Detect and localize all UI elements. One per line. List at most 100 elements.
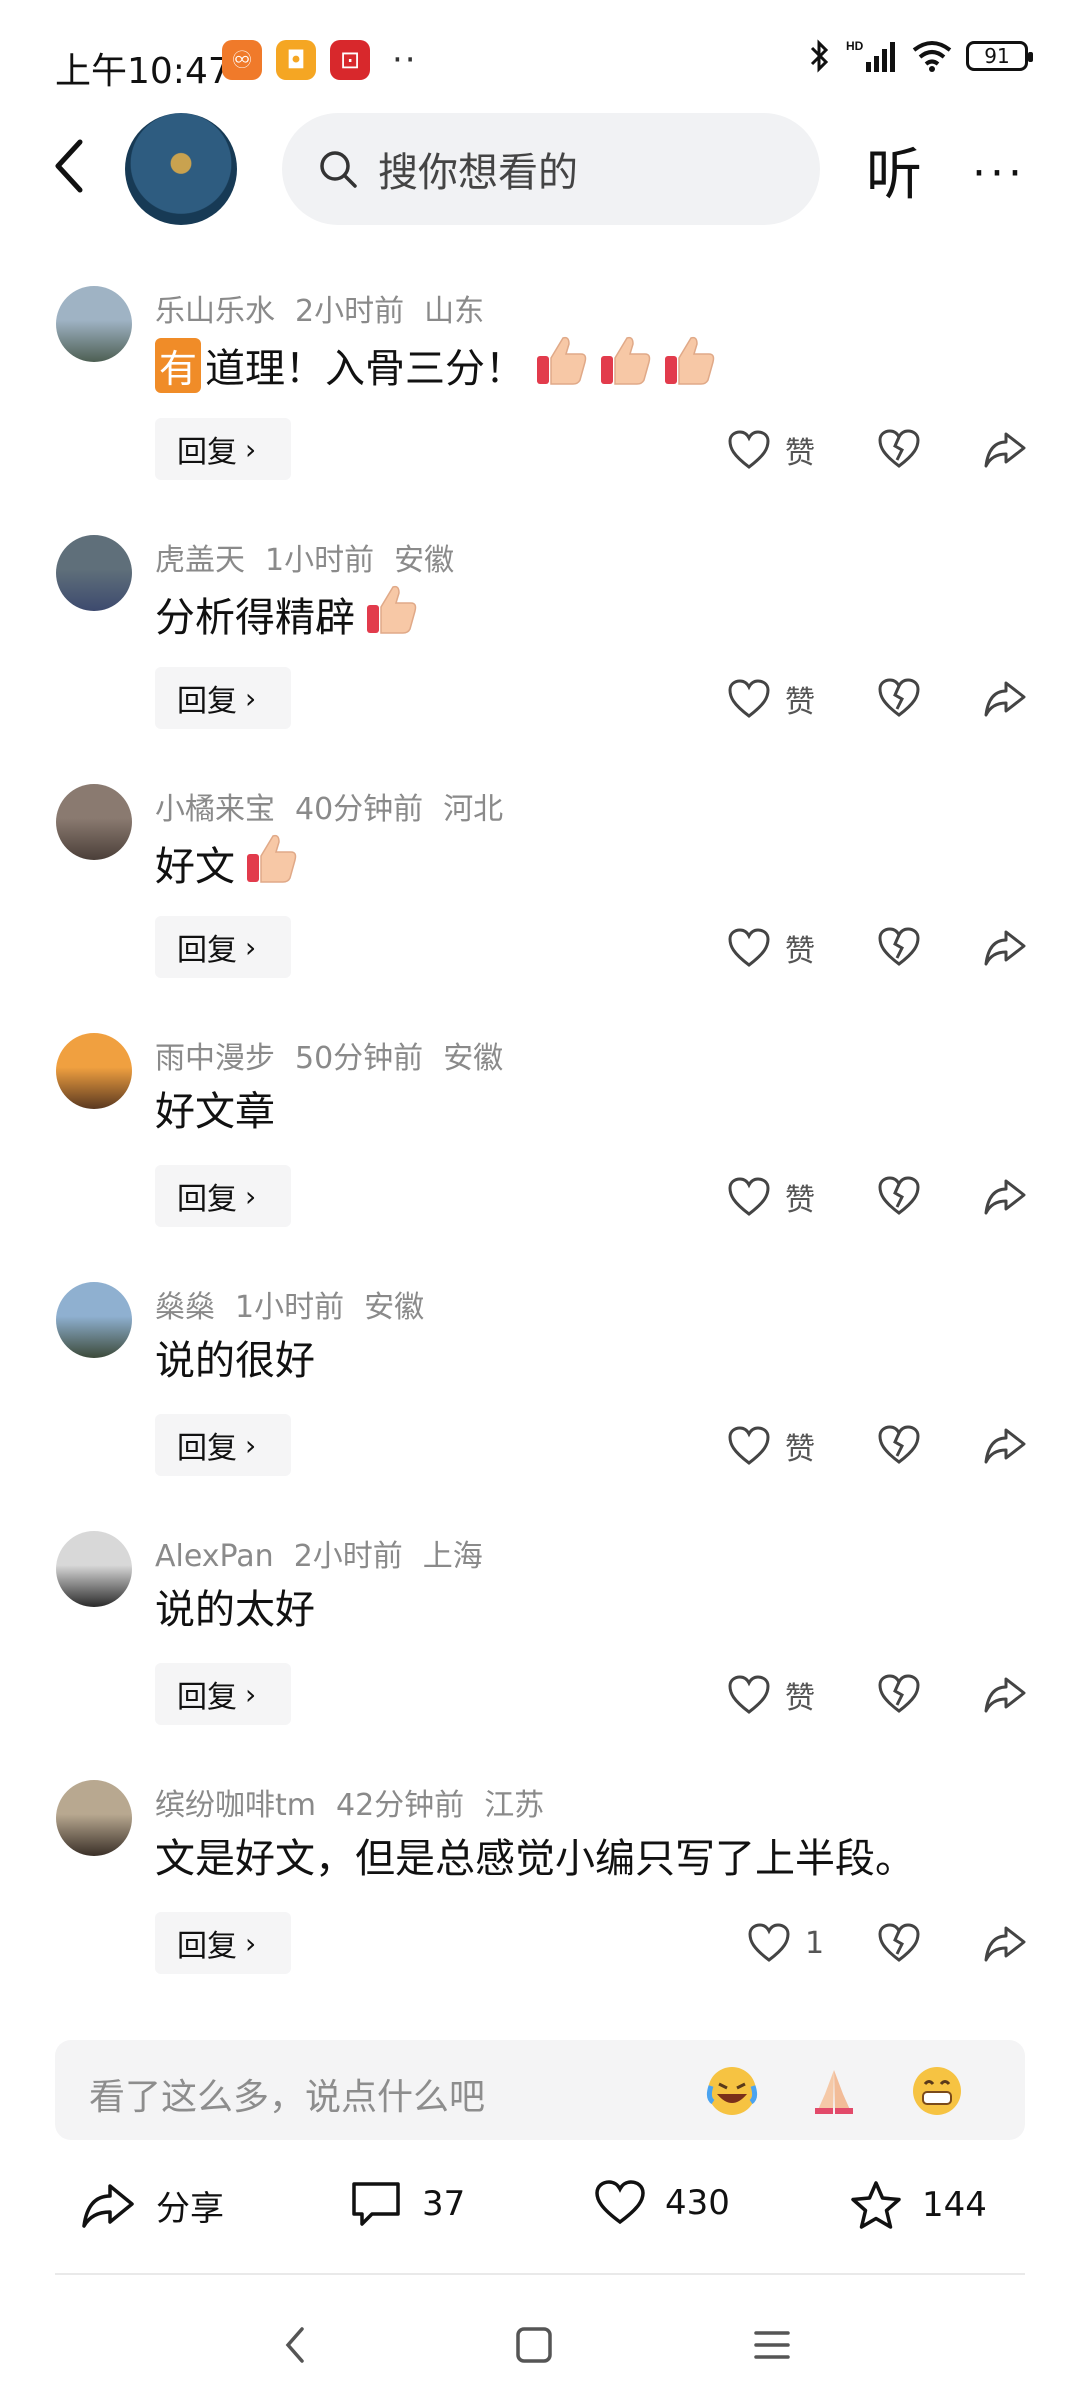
like-comment-button[interactable]: 赞: [727, 1424, 815, 1468]
avatar[interactable]: [56, 1531, 132, 1607]
comment-actions: 1: [727, 1922, 1027, 1972]
comment-text: 文是好文，但是总感觉小编只写了上半段。: [155, 1836, 915, 1882]
comment-item: 雨中漫步 50分钟前 安徽 好文章 回复 › 赞: [0, 1017, 1080, 1266]
comment-location: 河北: [443, 792, 504, 827]
comment-meta: 虎盖天 1小时前 安徽: [155, 535, 474, 579]
heart-icon: [595, 2180, 645, 2225]
comment-username[interactable]: 小橘来宝: [155, 792, 275, 827]
dislike-heart-icon[interactable]: [877, 1673, 921, 1715]
comment-username[interactable]: 乐山乐水: [155, 294, 275, 329]
chevron-right-icon: ›: [245, 1179, 257, 1213]
top-header: 搜你想看的 听 ···: [0, 108, 1080, 228]
avatar[interactable]: [56, 1033, 132, 1109]
avatar[interactable]: [56, 1780, 132, 1856]
comment-meta: AlexPan 2小时前 上海: [155, 1531, 503, 1575]
dislike-heart-icon[interactable]: [877, 1175, 921, 1217]
like-article-button[interactable]: 430: [595, 2180, 730, 2226]
comment-username[interactable]: 雨中漫步: [155, 1041, 275, 1076]
more-notifications-icon: ··: [392, 40, 418, 80]
comment-actions: 赞: [727, 1424, 1027, 1474]
search-input[interactable]: 搜你想看的: [282, 113, 820, 225]
notification-icons: ♾ ◘ ⊡ ··: [222, 40, 418, 80]
comment-meta: 乐山乐水 2小时前 山东: [155, 286, 504, 330]
share-comment-icon[interactable]: [982, 926, 1028, 968]
comment-input[interactable]: 看了这么多，说点什么吧: [55, 2040, 1025, 2140]
nav-menu-icon[interactable]: [750, 2323, 794, 2367]
like-label: 赞: [785, 1681, 815, 1716]
comment-text-row: 说的很好: [155, 1328, 315, 1386]
comment-text: 说的很好: [155, 1338, 315, 1384]
status-time: 上午10:47: [55, 51, 231, 92]
comment-actions: 赞: [727, 428, 1027, 478]
heart-icon: [728, 928, 770, 967]
reply-button[interactable]: 回复 ›: [155, 1165, 291, 1227]
reply-button[interactable]: 回复 ›: [155, 1663, 291, 1725]
like-label: 赞: [785, 1432, 815, 1467]
nav-back-icon[interactable]: [280, 2323, 310, 2367]
chevron-right-icon: ›: [245, 681, 257, 715]
reply-button[interactable]: 回复 ›: [155, 1912, 291, 1974]
thumbs-up-emoji-icon: [363, 581, 419, 647]
avatar[interactable]: [56, 1282, 132, 1358]
comment-meta: 缤纷咖啡tm 42分钟前 江苏: [155, 1780, 564, 1824]
comment-time: 1小时前: [265, 543, 375, 578]
dislike-heart-icon[interactable]: [877, 428, 921, 470]
dislike-heart-icon[interactable]: [877, 926, 921, 968]
dislike-heart-icon[interactable]: [877, 1922, 921, 1964]
comment-text: 好文章: [155, 1089, 275, 1135]
comment-username[interactable]: 虎盖天: [155, 543, 245, 578]
share-button[interactable]: 分享: [80, 2180, 224, 2230]
comments-button[interactable]: 37: [350, 2180, 465, 2228]
more-options-button[interactable]: ···: [972, 148, 1026, 199]
reply-button[interactable]: 回复 ›: [155, 916, 291, 978]
share-comment-icon[interactable]: [982, 677, 1028, 719]
favorites-count: 144: [922, 2185, 987, 2225]
reply-label: 回复: [177, 435, 237, 470]
like-comment-button[interactable]: 1: [747, 1922, 824, 1964]
share-comment-icon[interactable]: [982, 1673, 1028, 1715]
avatar[interactable]: [56, 784, 132, 860]
share-comment-icon[interactable]: [982, 428, 1028, 470]
comment-location: 上海: [422, 1539, 483, 1574]
reply-button[interactable]: 回复 ›: [155, 667, 291, 729]
like-comment-button[interactable]: 赞: [727, 1175, 815, 1219]
share-comment-icon[interactable]: [982, 1922, 1028, 1964]
comment-username[interactable]: 燊燊: [155, 1290, 215, 1325]
comment-username[interactable]: 缤纷咖啡tm: [155, 1788, 316, 1823]
nav-home-icon[interactable]: [512, 2323, 556, 2367]
pray-emoji-icon[interactable]: [807, 2064, 861, 2118]
like-label: 赞: [785, 436, 815, 471]
like-comment-button[interactable]: 赞: [727, 677, 815, 721]
comment-item: 乐山乐水 2小时前 山东 有道理！入骨三分！ 回复 › 赞: [0, 270, 1080, 519]
avatar[interactable]: [56, 286, 132, 362]
bottom-action-bar: 分享 37 430 144: [0, 2170, 1080, 2270]
comment-time: 2小时前: [293, 1539, 403, 1574]
share-comment-icon[interactable]: [982, 1424, 1028, 1466]
like-comment-button[interactable]: 赞: [727, 1673, 815, 1717]
chevron-right-icon: ›: [245, 432, 257, 466]
heart-icon: [728, 1177, 770, 1216]
back-button[interactable]: [40, 136, 100, 196]
laugh-cry-emoji-icon[interactable]: [705, 2064, 759, 2118]
avatar[interactable]: [56, 535, 132, 611]
like-label: 赞: [785, 934, 815, 969]
search-icon: [320, 151, 357, 188]
like-label: 1: [805, 1925, 825, 1961]
comment-time: 2小时前: [295, 294, 405, 329]
reply-button[interactable]: 回复 ›: [155, 418, 291, 480]
chevron-right-icon: ›: [245, 1677, 257, 1711]
app-notification-icon: ◘: [276, 40, 316, 80]
favorite-button[interactable]: 144: [850, 2180, 987, 2230]
account-avatar[interactable]: [125, 113, 237, 225]
dislike-heart-icon[interactable]: [877, 1424, 921, 1466]
dislike-heart-icon[interactable]: [877, 677, 921, 719]
network-label: HD: [846, 39, 864, 53]
like-comment-button[interactable]: 赞: [727, 926, 815, 970]
listen-button[interactable]: 听: [866, 130, 922, 211]
share-comment-icon[interactable]: [982, 1175, 1028, 1217]
chevron-right-icon: ›: [245, 930, 257, 964]
comment-username[interactable]: AlexPan: [155, 1539, 274, 1574]
reply-button[interactable]: 回复 ›: [155, 1414, 291, 1476]
grin-emoji-icon[interactable]: [910, 2064, 964, 2118]
like-comment-button[interactable]: 赞: [727, 428, 815, 472]
